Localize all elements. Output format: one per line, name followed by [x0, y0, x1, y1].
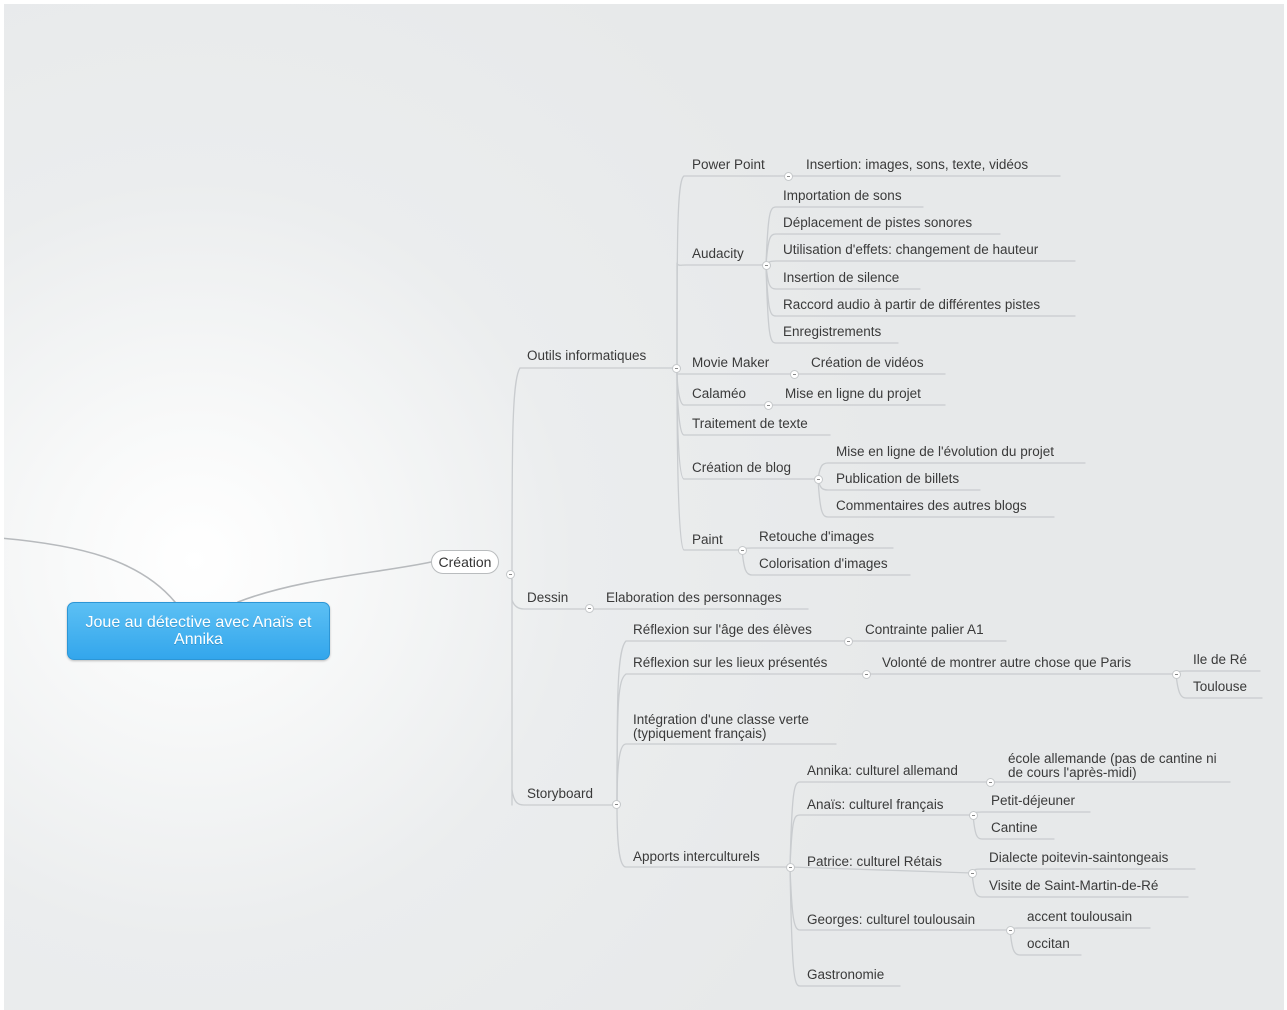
collapse-toggle-movie-maker[interactable] — [790, 370, 799, 379]
topic-integration[interactable]: Intégration d'une classe verte (typiquem… — [633, 713, 843, 741]
topic-annika-child[interactable]: école allemande (pas de cantine ni de co… — [1008, 752, 1232, 780]
topic-anais-item[interactable]: Cantine — [991, 820, 1038, 835]
topic-movie-maker-child[interactable]: Création de vidéos — [811, 355, 924, 370]
topic-audacity-item[interactable]: Enregistrements — [783, 324, 881, 339]
topic-patrice-item[interactable]: Dialecte poitevin-saintongeais — [989, 850, 1168, 865]
topic-paint[interactable]: Paint — [692, 532, 723, 547]
topic-movie-maker[interactable]: Movie Maker — [692, 355, 769, 370]
collapse-toggle-anais[interactable] — [969, 811, 978, 820]
topic-volonte[interactable]: Volonté de montrer autre chose que Paris — [882, 655, 1131, 670]
collapse-toggle-paint[interactable] — [738, 546, 747, 555]
topic-storyboard[interactable]: Storyboard — [527, 786, 593, 801]
topic-traitement-de-texte[interactable]: Traitement de texte — [692, 416, 808, 431]
topic-audacity-item[interactable]: Utilisation d'effets: changement de haut… — [783, 242, 1038, 257]
collapse-toggle-dessin[interactable] — [585, 604, 594, 613]
collapse-toggle-power-point[interactable] — [784, 172, 793, 181]
topic-apports-interculturels[interactable]: Apports interculturels — [633, 849, 760, 864]
topic-patrice-item[interactable]: Visite de Saint-Martin-de-Ré — [989, 878, 1158, 893]
topic-paint-item[interactable]: Retouche d'images — [759, 529, 874, 544]
collapse-toggle-georges[interactable] — [1006, 926, 1015, 935]
topic-audacity-item[interactable]: Raccord audio à partir de différentes pi… — [783, 297, 1040, 312]
collapse-toggle-creation[interactable] — [506, 570, 515, 579]
window-edge-top — [0, 0, 1287, 4]
topic-audacity-item[interactable]: Insertion de silence — [783, 270, 899, 285]
topic-anais[interactable]: Anaïs: culturel français — [807, 797, 944, 812]
topic-creation[interactable]: Création — [431, 550, 499, 574]
topic-georges-item[interactable]: occitan — [1027, 936, 1070, 951]
topic-audacity-item[interactable]: Déplacement de pistes sonores — [783, 215, 972, 230]
topic-reflexion-age[interactable]: Réflexion sur l'âge des élèves — [633, 622, 812, 637]
root-topic[interactable]: Joue au détective avec Anaïs et Annika — [67, 602, 330, 660]
topic-gastronomie[interactable]: Gastronomie — [807, 967, 884, 982]
topic-blog-item[interactable]: Mise en ligne de l'évolution du projet — [836, 444, 1054, 459]
topic-creation-de-blog[interactable]: Création de blog — [692, 460, 791, 475]
collapse-toggle-reflexion-lieux[interactable] — [862, 670, 871, 679]
collapse-toggle-audacity[interactable] — [762, 261, 771, 270]
topic-paint-item[interactable]: Colorisation d'images — [759, 556, 888, 571]
topic-reflexion-lieux[interactable]: Réflexion sur les lieux présentés — [633, 655, 827, 670]
collapse-toggle-calameo[interactable] — [764, 401, 773, 410]
topic-audacity-item[interactable]: Importation de sons — [783, 188, 902, 203]
topic-ile-de-re[interactable]: Ile de Ré — [1193, 652, 1247, 667]
topic-georges[interactable]: Georges: culturel toulousain — [807, 912, 975, 927]
topic-audacity[interactable]: Audacity — [692, 246, 744, 261]
topic-calameo[interactable]: Calaméo — [692, 386, 746, 401]
collapse-toggle-reflexion-age[interactable] — [844, 637, 853, 646]
topic-calameo-child[interactable]: Mise en ligne du projet — [785, 386, 921, 401]
topic-power-point[interactable]: Power Point — [692, 157, 765, 172]
topic-annika[interactable]: Annika: culturel allemand — [807, 763, 958, 778]
collapse-toggle-volonte[interactable] — [1172, 670, 1181, 679]
collapse-toggle-apports[interactable] — [786, 863, 795, 872]
mind-map-canvas: Joue au détective avec Anaïs et Annika C… — [0, 0, 1287, 1010]
topic-anais-item[interactable]: Petit-déjeuner — [991, 793, 1075, 808]
collapse-toggle-blog[interactable] — [814, 475, 823, 484]
collapse-toggle-storyboard[interactable] — [612, 800, 621, 809]
topic-blog-item[interactable]: Commentaires des autres blogs — [836, 498, 1027, 513]
topic-dessin-child[interactable]: Elaboration des personnages — [606, 590, 782, 605]
topic-power-point-insertion[interactable]: Insertion: images, sons, texte, vidéos — [806, 157, 1028, 172]
topic-patrice[interactable]: Patrice: culturel Rétais — [807, 854, 942, 869]
window-edge-left — [0, 0, 4, 1010]
topic-outils-informatiques[interactable]: Outils informatiques — [527, 348, 646, 363]
collapse-toggle-outils[interactable] — [672, 364, 681, 373]
topic-contrainte[interactable]: Contrainte palier A1 — [865, 622, 984, 637]
collapse-toggle-patrice[interactable] — [968, 869, 977, 878]
topic-blog-item[interactable]: Publication de billets — [836, 471, 959, 486]
collapse-toggle-annika[interactable] — [986, 778, 995, 787]
topic-georges-item[interactable]: accent toulousain — [1027, 909, 1132, 924]
root-topic-label: Joue au détective avec Anaïs et Annika — [85, 614, 312, 648]
topic-toulouse[interactable]: Toulouse — [1193, 679, 1247, 694]
topic-dessin[interactable]: Dessin — [527, 590, 568, 605]
